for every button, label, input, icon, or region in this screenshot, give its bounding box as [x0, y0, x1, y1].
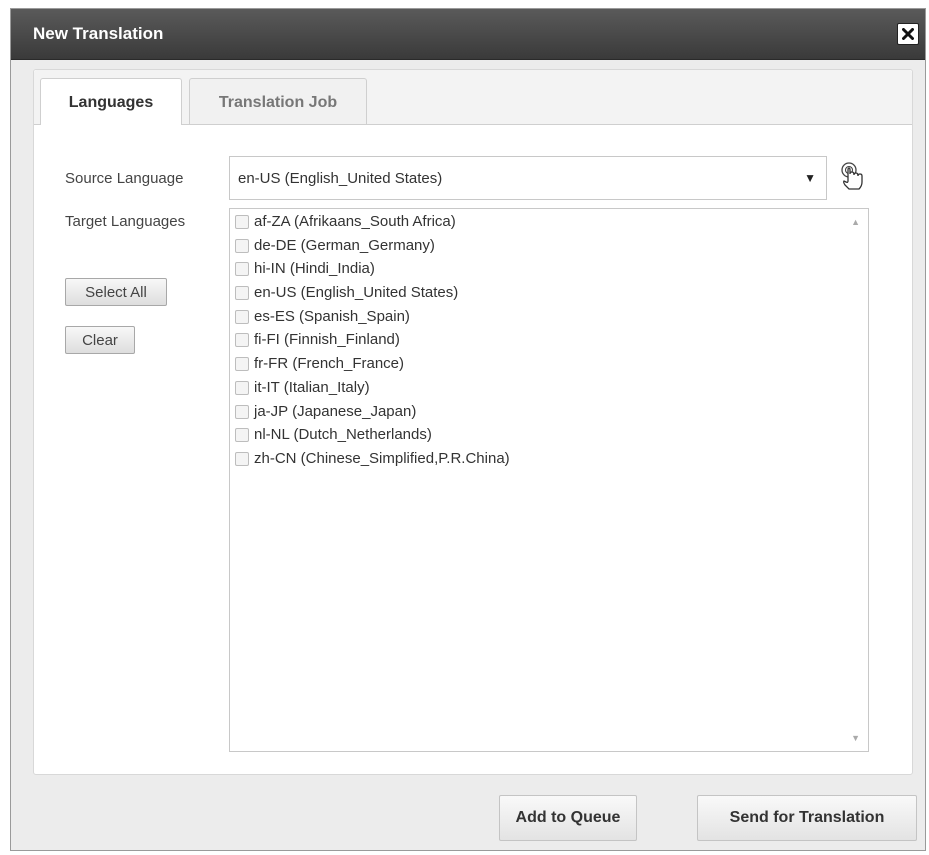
checkbox[interactable]: [235, 405, 249, 419]
language-option-label: es-ES (Spanish_Spain): [254, 308, 410, 325]
scroll-down-icon[interactable]: ▼: [851, 733, 860, 743]
language-option-label: ja-JP (Japanese_Japan): [254, 403, 417, 420]
source-language-select[interactable]: en-US (English_United States) ▼: [229, 156, 827, 200]
language-option-label: it-IT (Italian_Italy): [254, 379, 370, 396]
checkbox[interactable]: [235, 262, 249, 276]
checkbox[interactable]: [235, 310, 249, 324]
select-all-button[interactable]: Select All: [65, 278, 167, 306]
dialog-titlebar: New Translation: [11, 9, 925, 60]
language-option-label: fr-FR (French_France): [254, 355, 405, 372]
language-option-label: de-DE (German_Germany): [254, 237, 435, 254]
target-languages-list[interactable]: af-ZA (Afrikaans_South Africa) de-DE (Ge…: [229, 208, 869, 752]
tab-bar: Languages Translation Job: [34, 70, 912, 125]
add-to-queue-button[interactable]: Add to Queue: [499, 795, 637, 841]
checkbox[interactable]: [235, 357, 249, 371]
send-for-translation-button[interactable]: Send for Translation: [697, 795, 917, 841]
language-option-label: af-ZA (Afrikaans_South Africa): [254, 213, 456, 230]
clear-button[interactable]: Clear: [65, 326, 135, 354]
checkbox[interactable]: [235, 333, 249, 347]
close-icon: [902, 28, 914, 40]
language-option-label: hi-IN (Hindi_India): [254, 260, 375, 277]
checkbox[interactable]: [235, 239, 249, 253]
tab-languages[interactable]: Languages: [40, 78, 182, 125]
language-option-label: zh-CN (Chinese_Simplified,P.R.China): [254, 450, 510, 467]
checkbox[interactable]: [235, 286, 249, 300]
checkbox[interactable]: [235, 452, 249, 466]
language-option-label: fi-FI (Finnish_Finland): [254, 331, 400, 348]
language-option-label: nl-NL (Dutch_Netherlands): [254, 426, 432, 443]
checkbox[interactable]: [235, 428, 249, 442]
pointer-hand-icon[interactable]: [839, 161, 867, 196]
source-language-label: Source Language: [65, 170, 184, 187]
tabs-panel: Languages Translation Job Source Languag…: [33, 69, 913, 775]
new-translation-dialog: New Translation Languages Translation Jo…: [10, 8, 926, 851]
chevron-down-icon: ▼: [804, 171, 816, 185]
checkbox[interactable]: [235, 381, 249, 395]
language-option-label: en-US (English_United States): [254, 284, 459, 301]
close-button[interactable]: [897, 23, 919, 45]
scroll-up-icon[interactable]: ▲: [851, 217, 860, 227]
tab-translation-job[interactable]: Translation Job: [189, 78, 367, 124]
dialog-title: New Translation: [33, 24, 164, 43]
source-language-value: en-US (English_United States): [238, 170, 443, 187]
target-languages-label: Target Languages: [65, 213, 186, 230]
checkbox[interactable]: [235, 215, 249, 229]
